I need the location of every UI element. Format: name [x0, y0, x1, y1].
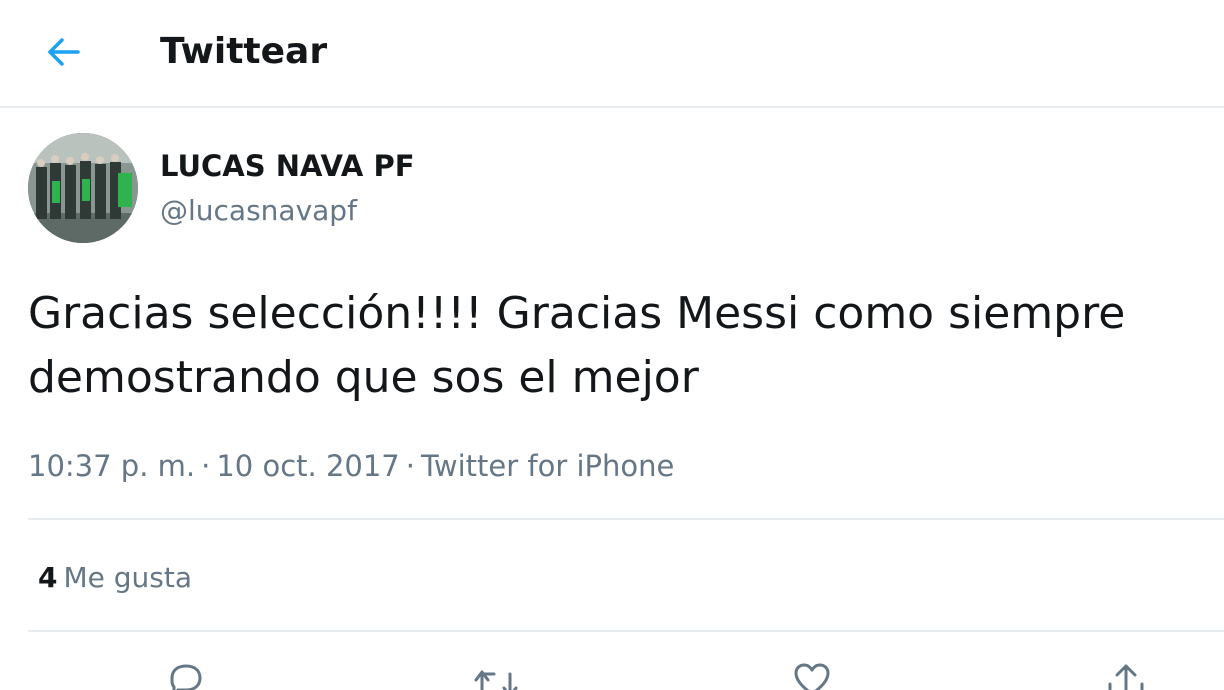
- back-button[interactable]: [38, 30, 86, 74]
- share-button[interactable]: [1102, 660, 1150, 690]
- tweet-meta: 10:37 p. m. · 10 oct. 2017 · Twitter for iPh…: [28, 446, 674, 486]
- header-bar: Twittear: [0, 0, 1224, 108]
- reply-icon: [170, 664, 202, 690]
- tweet-time: 10:37 p. m.: [28, 449, 196, 483]
- divider: [28, 518, 1224, 520]
- author-display-name[interactable]: LUCAS NAVA PF: [160, 147, 415, 185]
- retweet-button[interactable]: [472, 660, 520, 690]
- arrow-left-icon: [48, 38, 80, 66]
- like-icon: [794, 663, 830, 690]
- tweet-detail-page: Twittear LUCAS NAVA PF @lucasnavapf Grac…: [0, 0, 1224, 690]
- like-button[interactable]: [788, 660, 836, 690]
- page-title: Twittear: [160, 31, 328, 72]
- tweet-text: Gracias selección!!!! Gracias Messi como…: [28, 288, 1126, 403]
- meta-separator: ·: [201, 449, 211, 483]
- tweet-source[interactable]: Twitter for iPhone: [421, 449, 674, 483]
- avatar[interactable]: [28, 133, 138, 243]
- author-handle[interactable]: @lucasnavapf: [160, 192, 357, 230]
- tweet-date: 10 oct. 2017: [216, 449, 400, 483]
- reply-button[interactable]: [162, 660, 210, 690]
- likes-count: 4: [38, 561, 58, 594]
- share-icon: [1108, 664, 1144, 690]
- avatar-image: [28, 133, 138, 243]
- retweet-icon: [474, 670, 518, 690]
- likes-label: Me gusta: [63, 561, 193, 594]
- meta-separator-2: ·: [405, 449, 415, 483]
- divider: [28, 630, 1224, 632]
- likes-stat[interactable]: 4 Me gusta: [38, 558, 192, 598]
